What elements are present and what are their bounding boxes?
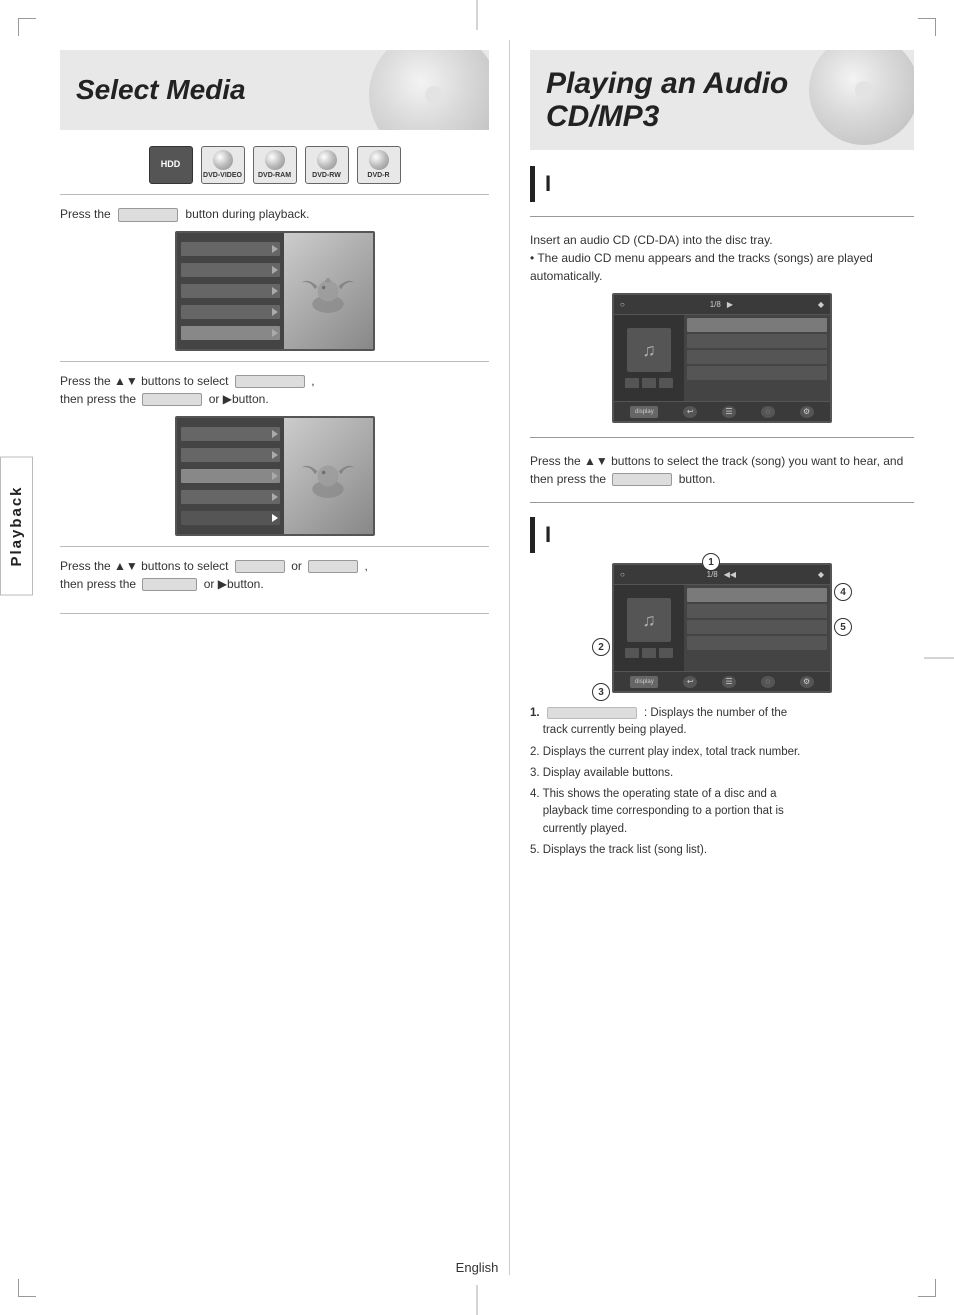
music-note-icon-2: ♫ — [627, 598, 671, 642]
right-section: Playing an Audio CD/MP3 I Insert an audi… — [510, 40, 924, 1275]
menu-item-2-5 — [181, 511, 281, 525]
hdd-icon: HDD — [149, 146, 193, 184]
audio-left-panel-2: ♫ — [614, 585, 684, 671]
left-section: Select Media HDD DVD-VIDEO DVD-RAM DVD-R… — [50, 40, 510, 1275]
instruction-1: Press the button during playback. — [60, 205, 489, 223]
audio-bottom-bar-2: display ↩ ☰ ◌ ⚙ — [614, 671, 830, 691]
screen-image-2 — [284, 418, 372, 534]
dvd-rw-icon: DVD-RW — [305, 146, 349, 184]
audio-left-panel: ♫ — [614, 315, 684, 401]
playback-sidebar-label: Playback — [0, 456, 33, 595]
step2-header: I — [530, 517, 914, 553]
badge-3: 3 — [592, 683, 610, 701]
screen-image-1 — [284, 233, 372, 349]
menu-item-2-3 — [181, 469, 281, 483]
desc-item-2: 2. Displays the current play index, tota… — [530, 744, 914, 761]
badge-5: 5 — [834, 618, 852, 636]
step1-header: I — [530, 166, 914, 202]
desc-item-5: 5. Displays the track list (song list). — [530, 842, 914, 859]
footer-language: English — [456, 1260, 499, 1275]
media-icons-row: HDD DVD-VIDEO DVD-RAM DVD-RW DVD-R — [60, 146, 489, 184]
music-note-icon: ♫ — [627, 328, 671, 372]
menu-item-2-4 — [181, 490, 281, 504]
audio-top-bar-2: ○ 1/8 ◀◀ ◆ — [614, 565, 830, 585]
right-title: Playing an Audio CD/MP3 — [546, 67, 898, 133]
menu-item-2 — [181, 263, 281, 277]
instruction-3: Press the ▲▼ buttons to select or , then… — [60, 557, 489, 593]
audio-bottom-bar-1: display ↩ ☰ ◌ ⚙ — [614, 401, 830, 421]
instruction-2: Press the ▲▼ buttons to select , then pr… — [60, 372, 489, 408]
audio-top-bar: ○ 1/8 ▶ ◆ — [614, 295, 830, 315]
step1-text: Insert an audio CD (CD-DA) into the disc… — [530, 231, 914, 285]
desc-item-4: 4. This shows the operating state of a d… — [530, 786, 914, 838]
track-list-1 — [684, 315, 830, 401]
menu-item-2-2 — [181, 448, 281, 462]
audio-screen-1: ○ 1/8 ▶ ◆ ♫ — [612, 293, 832, 423]
screen-mockup-2 — [175, 416, 375, 536]
display-btn-2: display — [630, 676, 658, 688]
desc-item-1: 1. : Displays the number of the track cu… — [530, 705, 914, 740]
menu-item-2-1 — [181, 427, 281, 441]
dvd-video-icon: DVD-VIDEO — [201, 146, 245, 184]
dvd-ram-icon: DVD-RAM — [253, 146, 297, 184]
left-header: Select Media — [60, 50, 489, 130]
left-title: Select Media — [76, 75, 246, 106]
track-list-2 — [684, 585, 830, 671]
badge-2: 2 — [592, 638, 610, 656]
right-header: Playing an Audio CD/MP3 — [530, 50, 914, 150]
screen-mockup-1 — [175, 231, 375, 351]
step2-text: Press the ▲▼ buttons to select the track… — [530, 452, 914, 488]
badge-1: 1 — [702, 553, 720, 571]
numbered-diagram: 1 4 5 2 3 ○ 1/8 ◀◀ ◆ — [602, 563, 842, 693]
description-list: 1. : Displays the number of the track cu… — [530, 705, 914, 859]
step1-label: I — [545, 171, 551, 197]
badge-4: 4 — [834, 583, 852, 601]
menu-item-5 — [181, 326, 281, 340]
menu-item-1 — [181, 242, 281, 256]
desc-item-3: 3. Display available buttons. — [530, 765, 914, 782]
display-btn: display — [630, 406, 658, 418]
dvd-r-icon: DVD-R — [357, 146, 401, 184]
step2-label: I — [545, 522, 551, 548]
audio-screen-2: ○ 1/8 ◀◀ ◆ ♫ — [612, 563, 832, 693]
menu-item-3 — [181, 284, 281, 298]
menu-item-4 — [181, 305, 281, 319]
